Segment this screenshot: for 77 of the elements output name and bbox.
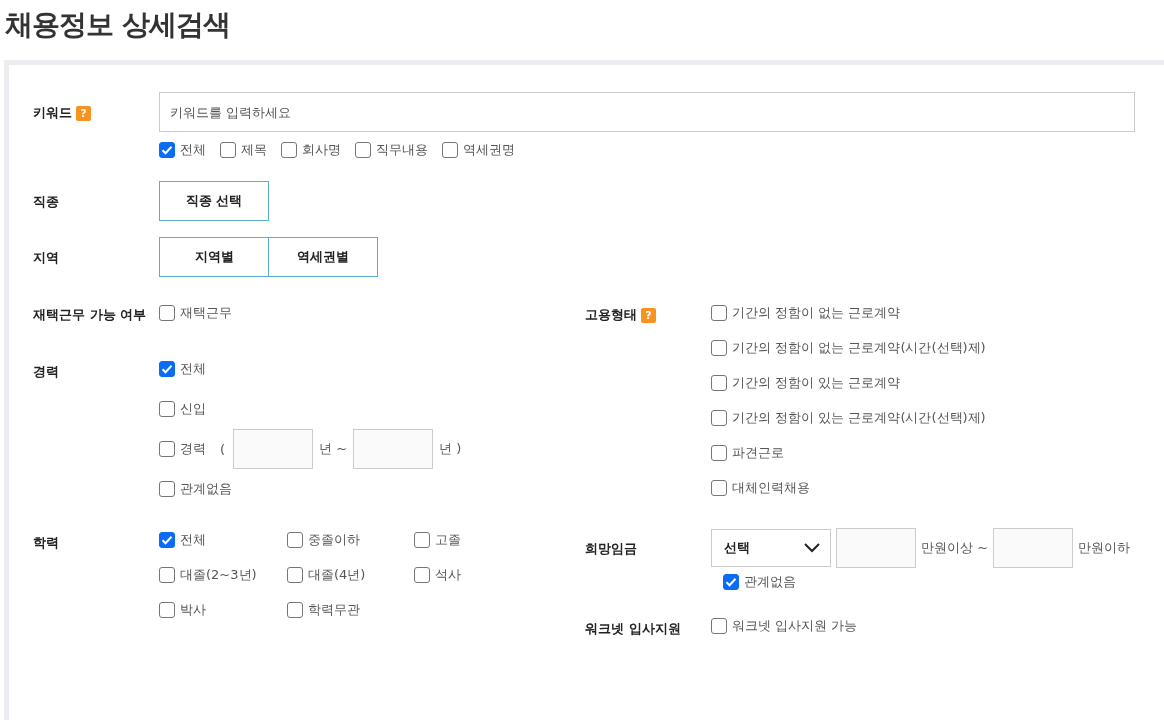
checkbox[interactable] xyxy=(159,441,175,457)
salary-input[interactable] xyxy=(836,528,916,568)
checkbox[interactable] xyxy=(442,142,458,158)
checkbox-label: 파견근로 xyxy=(732,444,784,462)
select-button[interactable]: 직종 선택 xyxy=(159,181,269,221)
checkbox-label: 직무내용 xyxy=(376,141,428,159)
unit-text: 만원이상 ~ xyxy=(921,539,989,557)
unit-text: 년 ) xyxy=(439,440,462,458)
checkbox-label: 경력 xyxy=(180,440,206,458)
checkbox[interactable] xyxy=(159,481,175,497)
field-label: 워크넷 입사지원 xyxy=(585,620,681,638)
checkbox[interactable] xyxy=(220,142,236,158)
checkbox-label: 워크넷 입사지원 가능 xyxy=(732,617,858,635)
checkbox-label: 전체 xyxy=(180,531,206,549)
unit-text: 년 ~ xyxy=(319,440,348,458)
checkbox-label: 기간의 정함이 있는 근로계약(시간(선택)제) xyxy=(732,409,986,427)
field-label: 재택근무 가능 여부 xyxy=(33,306,147,324)
checkbox-label: 대졸(4년) xyxy=(308,566,366,584)
field-label: 학력 xyxy=(33,534,59,552)
checkbox[interactable] xyxy=(711,410,727,426)
checkbox[interactable] xyxy=(159,142,175,158)
checkbox-label: 학력무관 xyxy=(308,601,360,619)
checkbox[interactable] xyxy=(711,480,727,496)
checkbox[interactable] xyxy=(355,142,371,158)
checkbox[interactable] xyxy=(287,567,303,583)
field-label: 희망임금 xyxy=(585,540,637,558)
checkbox-label: 중졸이하 xyxy=(308,531,360,549)
checkbox[interactable] xyxy=(414,532,430,548)
unit-text: 만원이하 xyxy=(1078,539,1131,557)
checkbox-label: 전체 xyxy=(180,141,206,159)
keyword-input[interactable]: 키워드를 입력하세요 xyxy=(159,92,1135,132)
chevron-down-icon xyxy=(804,543,820,553)
checkbox[interactable] xyxy=(159,401,175,417)
checkbox[interactable] xyxy=(159,532,175,548)
page-title: 채용정보 상세검색 xyxy=(4,7,231,43)
checkbox[interactable] xyxy=(711,445,727,461)
checkbox[interactable] xyxy=(159,305,175,321)
checkbox[interactable] xyxy=(281,142,297,158)
field-label: 키워드 xyxy=(33,104,72,122)
checkbox-label: 제목 xyxy=(241,141,267,159)
checkbox[interactable] xyxy=(159,602,175,618)
salary-select[interactable]: 선택 xyxy=(711,529,831,567)
paren-text: ( xyxy=(220,441,226,457)
checkbox-label: 관계없음 xyxy=(744,573,796,591)
checkbox[interactable] xyxy=(159,567,175,583)
checkbox[interactable] xyxy=(723,574,739,590)
field-label: 직종 xyxy=(33,193,59,211)
checkbox-label: 전체 xyxy=(180,360,206,378)
checkbox-label: 고졸 xyxy=(435,531,461,549)
checkbox-label: 재택근무 xyxy=(180,304,232,322)
checkbox-label: 역세권명 xyxy=(463,141,515,159)
checkbox[interactable] xyxy=(711,618,727,634)
checkbox-label: 박사 xyxy=(180,601,206,619)
checkbox-label: 기간의 정함이 없는 근로계약(시간(선택)제) xyxy=(732,339,986,357)
checkbox[interactable] xyxy=(287,602,303,618)
checkbox[interactable] xyxy=(414,567,430,583)
select-button[interactable]: 지역별 xyxy=(159,237,269,277)
select-button[interactable]: 역세권별 xyxy=(268,237,378,277)
checkbox-label: 기간의 정함이 있는 근로계약 xyxy=(732,374,901,392)
checkbox-label: 기간의 정함이 없는 근로계약 xyxy=(732,304,901,322)
checkbox[interactable] xyxy=(711,340,727,356)
checkbox-label: 관계없음 xyxy=(180,480,232,498)
field-label: 지역 xyxy=(33,249,59,267)
checkbox-label: 석사 xyxy=(435,566,461,584)
field-label: 경력 xyxy=(33,363,59,381)
checkbox[interactable] xyxy=(287,532,303,548)
checkbox-label: 대체인력채용 xyxy=(732,479,810,497)
checkbox[interactable] xyxy=(711,375,727,391)
checkbox-label: 신입 xyxy=(180,400,206,418)
checkbox[interactable] xyxy=(159,361,175,377)
checkbox[interactable] xyxy=(711,305,727,321)
checkbox-label: 회사명 xyxy=(302,141,341,159)
field-label: 고용형태 xyxy=(585,306,637,324)
years-input[interactable] xyxy=(233,429,314,469)
salary-input[interactable] xyxy=(993,528,1074,568)
years-input[interactable] xyxy=(353,429,434,469)
checkbox-label: 대졸(2~3년) xyxy=(180,566,257,584)
